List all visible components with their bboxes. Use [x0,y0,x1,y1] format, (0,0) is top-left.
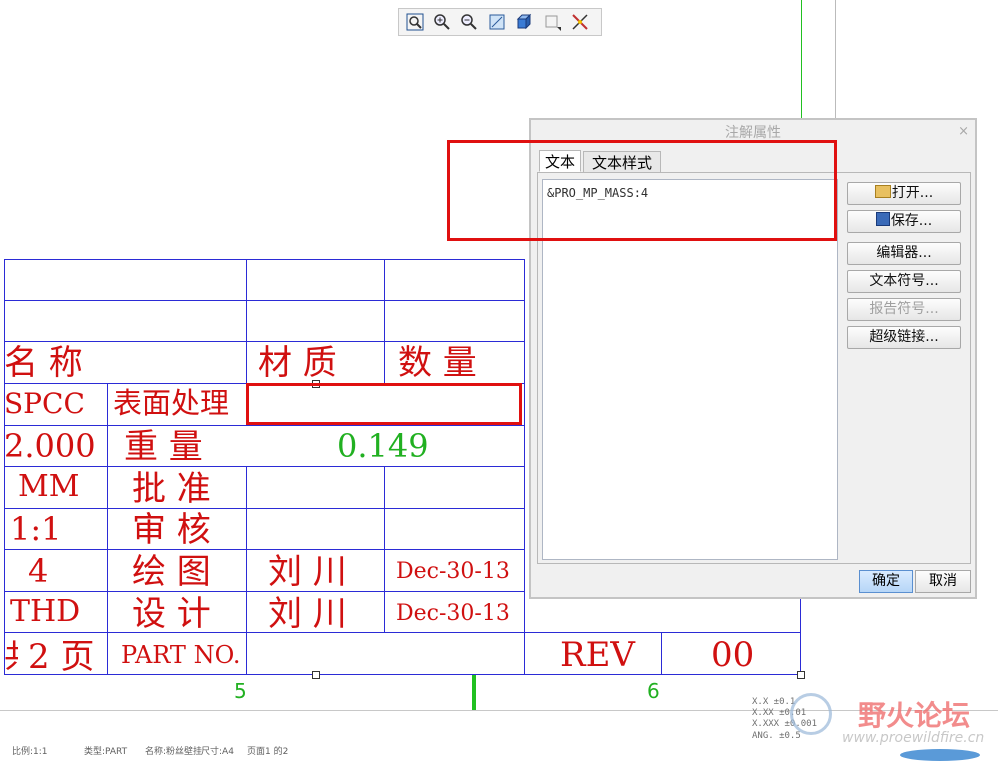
status-size: 尺寸:A4 [201,747,234,757]
header-name-label: 名 称 [4,343,83,383]
tolerance-line-1: X.X ±0.1 [752,697,796,707]
rev-label: REV [560,635,635,675]
draw-label: 绘 图 [132,552,211,592]
design-name: 刘 川 [268,594,347,634]
weight-left-value: 2.000 [4,430,96,462]
status-type: 类型:PART [84,747,128,757]
zoom-out-icon[interactable] [459,12,479,32]
ok-button[interactable]: 确定 [859,570,913,593]
selection-handle[interactable] [312,671,320,679]
watermark-url: www.proewildfire.cn [842,730,985,746]
view-manager-icon[interactable] [542,12,562,32]
scale-value: 1:1 [10,510,62,548]
status-page: 页面1 的2 [247,747,289,757]
zone-marker-6: 6 [647,679,660,703]
approve-label: 批 准 [132,469,211,509]
draw-date: Dec-30-13 [396,559,510,584]
weight-value: 0.149 [337,427,429,465]
design-date: Dec-30-13 [396,601,510,626]
company-name-partial [585,585,615,605]
surface-treatment-label: 表面处理 [113,386,230,420]
review-label: 审 核 [132,510,211,550]
repaint-icon[interactable] [570,12,590,32]
watermark-logo-icon [790,693,832,735]
part-no-label: PART NO. [121,641,241,669]
page-prefix: 共 [4,640,18,672]
page-text: 2 页 [28,637,95,677]
save-button-label: 保存... [890,213,933,229]
refit-icon[interactable] [487,12,507,32]
view-toolbar [398,8,602,36]
zone-divider-tick [472,675,476,710]
zoom-fit-icon[interactable] [405,12,425,32]
zone-marker-5: 5 [234,679,247,703]
report-symbol-button[interactable]: 报告符号... [847,298,961,321]
close-icon[interactable]: × [958,124,969,139]
highlight-box-cell [246,383,522,425]
hyperlink-button[interactable]: 超级链接... [847,326,961,349]
unit-value: MM [18,469,80,504]
editor-button[interactable]: 编辑器... [847,242,961,265]
sheet-border-line [835,0,836,120]
green-frame-line [801,0,802,120]
zoom-in-icon[interactable] [432,12,452,32]
draw-name: 刘 川 [268,552,347,592]
sheet-count-value: 4 [28,552,49,590]
highlight-box-text [447,140,837,241]
status-scale: 比例:1:1 [12,747,48,757]
text-symbol-button[interactable]: 文本符号... [847,270,961,293]
open-button[interactable]: 打开... [847,182,961,205]
save-icon [875,212,890,226]
weight-label: 重 量 [124,427,203,467]
folder-open-icon [874,185,891,198]
cancel-button[interactable]: 取消 [915,570,971,593]
sheet-bottom-border [0,710,998,711]
rev-value: 00 [711,635,755,675]
selection-handle[interactable] [797,671,805,679]
tolerance-line-4: ANG. ±0.5 [752,731,801,741]
header-qty-label: 数 量 [398,343,477,383]
header-material-label: 材 质 [258,343,337,383]
open-button-label: 打开... [891,185,934,201]
save-button[interactable]: 保存... [847,210,961,233]
shaded-icon[interactable] [514,12,534,32]
status-name: 名称:粉丝壁挂 [145,747,203,757]
design-label: 设 计 [132,594,211,634]
watermark-swoosh [900,749,980,761]
standard-value: THD [10,594,81,629]
watermark-text: 野火论坛 [858,699,971,732]
material-value: SPCC [4,387,85,420]
